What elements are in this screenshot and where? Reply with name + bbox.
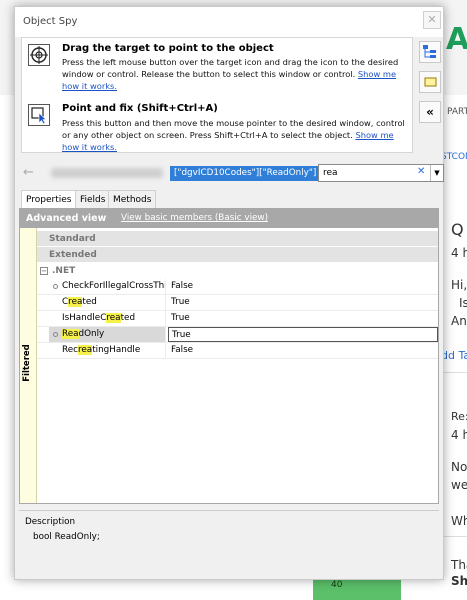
instructions-panel: Drag the target to point to the object P… (21, 37, 413, 153)
property-name: ReadOnly (49, 327, 166, 342)
name-part: Rec (62, 345, 78, 355)
row-gutter (37, 311, 49, 326)
property-value[interactable]: True (168, 295, 438, 310)
background-part: PART (447, 107, 467, 117)
advanced-view-title: Advanced view (26, 213, 107, 224)
background-stcom: STCOM (441, 152, 467, 162)
background-4h-2: 4 h (451, 428, 467, 442)
drag-target-title: Drag the target to point to the object (62, 43, 274, 54)
crosshair-target-icon[interactable] (28, 44, 50, 66)
row-gutter (37, 295, 49, 310)
background-4h: 4 h (451, 246, 467, 260)
tab-methods[interactable]: Methods (108, 190, 157, 208)
background-we: we (451, 478, 467, 492)
category-standard[interactable]: Standard (37, 231, 438, 247)
point-and-fix-text: Press this button and then move the mous… (62, 118, 405, 140)
tree-view-button[interactable] (419, 41, 441, 63)
background-an: An (451, 314, 467, 328)
point-and-fix-title: Point and fix (Shift+Ctrl+A) (62, 103, 218, 114)
name-part: dOnly (78, 329, 105, 339)
background-brand: AI (446, 22, 467, 57)
title-bar[interactable]: Object Spy ✕ (15, 7, 443, 37)
category-net[interactable]: − .NET (37, 263, 438, 279)
highlight-rect-icon (424, 77, 437, 87)
clear-search-icon[interactable]: ✕ (417, 166, 429, 180)
member-tabs: Properties Fields Methods (21, 190, 441, 209)
property-row[interactable]: IsHandleCreated True (37, 311, 438, 327)
search-dropdown-icon[interactable]: ▼ (430, 165, 443, 181)
property-name: Created (49, 295, 166, 310)
property-value[interactable]: False (168, 279, 438, 294)
drag-target-text: Press the left mouse button over the tar… (62, 57, 399, 79)
description-text: bool ReadOnly; (33, 532, 100, 542)
name-part: ted (82, 297, 97, 307)
close-icon: ✕ (427, 13, 437, 26)
object-path-redacted (51, 168, 163, 178)
property-row[interactable]: CheckForIllegalCrossThre False (37, 279, 438, 295)
background-no: No (451, 460, 467, 474)
row-gutter (37, 279, 49, 294)
collapse-minus-icon[interactable]: − (40, 267, 48, 275)
object-path-crumb[interactable]: ["dgvICD10Codes"]["ReadOnly"] (170, 166, 321, 181)
match-highlight: rea (106, 313, 121, 323)
filtered-strip: Filtered (20, 228, 37, 503)
back-arrow-icon[interactable]: ← (23, 165, 34, 180)
background-wh: Wh (451, 514, 467, 528)
tab-properties[interactable]: Properties (21, 190, 77, 209)
background-badge-number: 40 (331, 580, 343, 590)
object-spy-window: Object Spy ✕ Drag the target to point to… (14, 6, 444, 580)
double-chevron-left-icon: « (426, 105, 434, 119)
background-hi: Hi, (451, 278, 467, 292)
match-highlight: Rea (62, 329, 79, 339)
background-tha: Tha (451, 558, 467, 572)
match-highlight: rea (68, 297, 83, 307)
background-is: Is (459, 296, 467, 310)
background-divider (444, 372, 467, 373)
background-re: Re: (451, 410, 467, 423)
window-title: Object Spy (23, 16, 78, 27)
advanced-view-bar: Advanced view View basic members (Basic … (20, 209, 438, 228)
property-row[interactable]: Created True (37, 295, 438, 311)
pin-circle-icon[interactable] (53, 332, 58, 337)
pointer-select-icon[interactable] (28, 104, 50, 126)
category-net-label: .NET (52, 266, 76, 276)
tree-icon (423, 45, 436, 58)
object-path-row: ← ["dgvICD10Codes"]["ReadOnly"] rea ✕ ▼ (21, 164, 444, 184)
property-value[interactable]: True (168, 311, 438, 326)
point-and-fix-description: Press this button and then move the mous… (62, 117, 407, 153)
drag-target-description: Press the left mouse button over the tar… (62, 56, 407, 92)
property-value-editor[interactable]: True (168, 327, 438, 342)
description-title: Description (25, 517, 76, 527)
property-name: CheckForIllegalCrossThre (49, 279, 166, 294)
background-sh: Sh (451, 574, 467, 588)
search-combobox[interactable]: rea ✕ ▼ (318, 164, 444, 182)
row-gutter (37, 327, 49, 342)
property-row[interactable]: RecreatingHandle False (37, 343, 438, 359)
close-button[interactable]: ✕ (423, 11, 441, 29)
name-part: ted (120, 313, 136, 323)
highlight-button[interactable] (419, 71, 441, 93)
search-input[interactable]: rea (323, 168, 338, 178)
name-part: IsHandleC (62, 313, 107, 323)
property-name: IsHandleCreated (49, 311, 166, 326)
property-grid: Standard Extended − .NET CheckForIllegalC… (37, 231, 438, 359)
pin-circle-icon[interactable] (53, 284, 58, 289)
filtered-label: Filtered (22, 344, 32, 382)
property-panel: Advanced view View basic members (Basic … (19, 208, 439, 504)
name-part: CheckForIllegalCrossThr (62, 281, 166, 291)
name-part: tingHandle (92, 345, 141, 355)
background-q: Q (451, 220, 464, 239)
background-divider-2 (444, 536, 467, 537)
category-extended[interactable]: Extended (37, 247, 438, 263)
collapse-button[interactable]: « (419, 101, 441, 123)
tab-fields[interactable]: Fields (75, 190, 111, 208)
match-highlight: rea (77, 345, 93, 355)
property-value[interactable]: False (168, 343, 438, 358)
description-panel: Description bool ReadOnly; (19, 510, 439, 578)
basic-view-link[interactable]: View basic members (Basic view) (121, 213, 268, 223)
background-add-tag-link[interactable]: dd Ta (441, 349, 467, 362)
property-name: RecreatingHandle (49, 343, 166, 358)
row-gutter (37, 343, 49, 358)
property-row-selected[interactable]: ReadOnly True (37, 327, 438, 343)
